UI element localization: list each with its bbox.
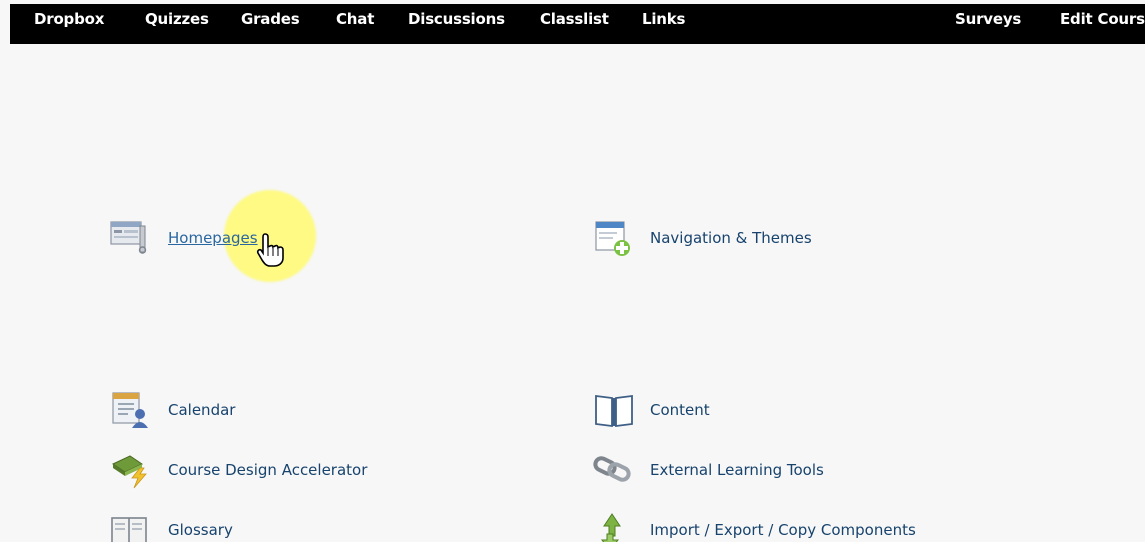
- nav-dropbox[interactable]: Dropbox: [34, 10, 104, 28]
- tool-glossary-label[interactable]: Glossary: [168, 521, 233, 539]
- nav-edit-course[interactable]: Edit Cours: [1060, 10, 1145, 28]
- tool-course-design-accelerator[interactable]: Course Design Accelerator: [110, 450, 367, 490]
- glossary-icon: [110, 510, 154, 542]
- tool-homepages-label[interactable]: Homepages: [168, 229, 258, 247]
- nav-chat[interactable]: Chat: [336, 10, 374, 28]
- tool-import-export-copy[interactable]: Import / Export / Copy Components: [592, 510, 916, 542]
- homepages-icon: [110, 218, 154, 258]
- tool-content[interactable]: Content: [592, 390, 710, 430]
- tool-glossary[interactable]: Glossary: [110, 510, 233, 542]
- nav-surveys[interactable]: Surveys: [955, 10, 1021, 28]
- course-navbar: Dropbox Quizzes Grades Chat Discussions …: [10, 4, 1145, 44]
- hand-pointer-icon: [256, 232, 288, 268]
- tool-calendar[interactable]: Calendar: [110, 390, 235, 430]
- calendar-icon: [110, 390, 154, 430]
- tool-external-learning-tools-label[interactable]: External Learning Tools: [650, 461, 824, 479]
- nav-links[interactable]: Links: [642, 10, 685, 28]
- chain-link-icon: [592, 450, 636, 490]
- tool-content-label[interactable]: Content: [650, 401, 710, 419]
- nav-quizzes[interactable]: Quizzes: [145, 10, 209, 28]
- lightning-icon: [110, 450, 154, 490]
- navigation-themes-icon: [592, 218, 636, 258]
- tool-navigation-themes-label[interactable]: Navigation & Themes: [650, 229, 812, 247]
- nav-grades[interactable]: Grades: [241, 10, 300, 28]
- nav-classlist[interactable]: Classlist: [540, 10, 609, 28]
- tool-external-learning-tools[interactable]: External Learning Tools: [592, 450, 824, 490]
- tool-homepages[interactable]: Homepages: [110, 218, 258, 258]
- tool-calendar-label[interactable]: Calendar: [168, 401, 235, 419]
- book-icon: [592, 390, 636, 430]
- nav-discussions[interactable]: Discussions: [408, 10, 505, 28]
- course-admin-page: Dropbox Quizzes Grades Chat Discussions …: [0, 0, 1145, 542]
- recycle-arrows-icon: [592, 510, 636, 542]
- tool-import-export-copy-label[interactable]: Import / Export / Copy Components: [650, 521, 916, 539]
- tool-course-design-accelerator-label[interactable]: Course Design Accelerator: [168, 461, 367, 479]
- tool-navigation-themes[interactable]: Navigation & Themes: [592, 218, 812, 258]
